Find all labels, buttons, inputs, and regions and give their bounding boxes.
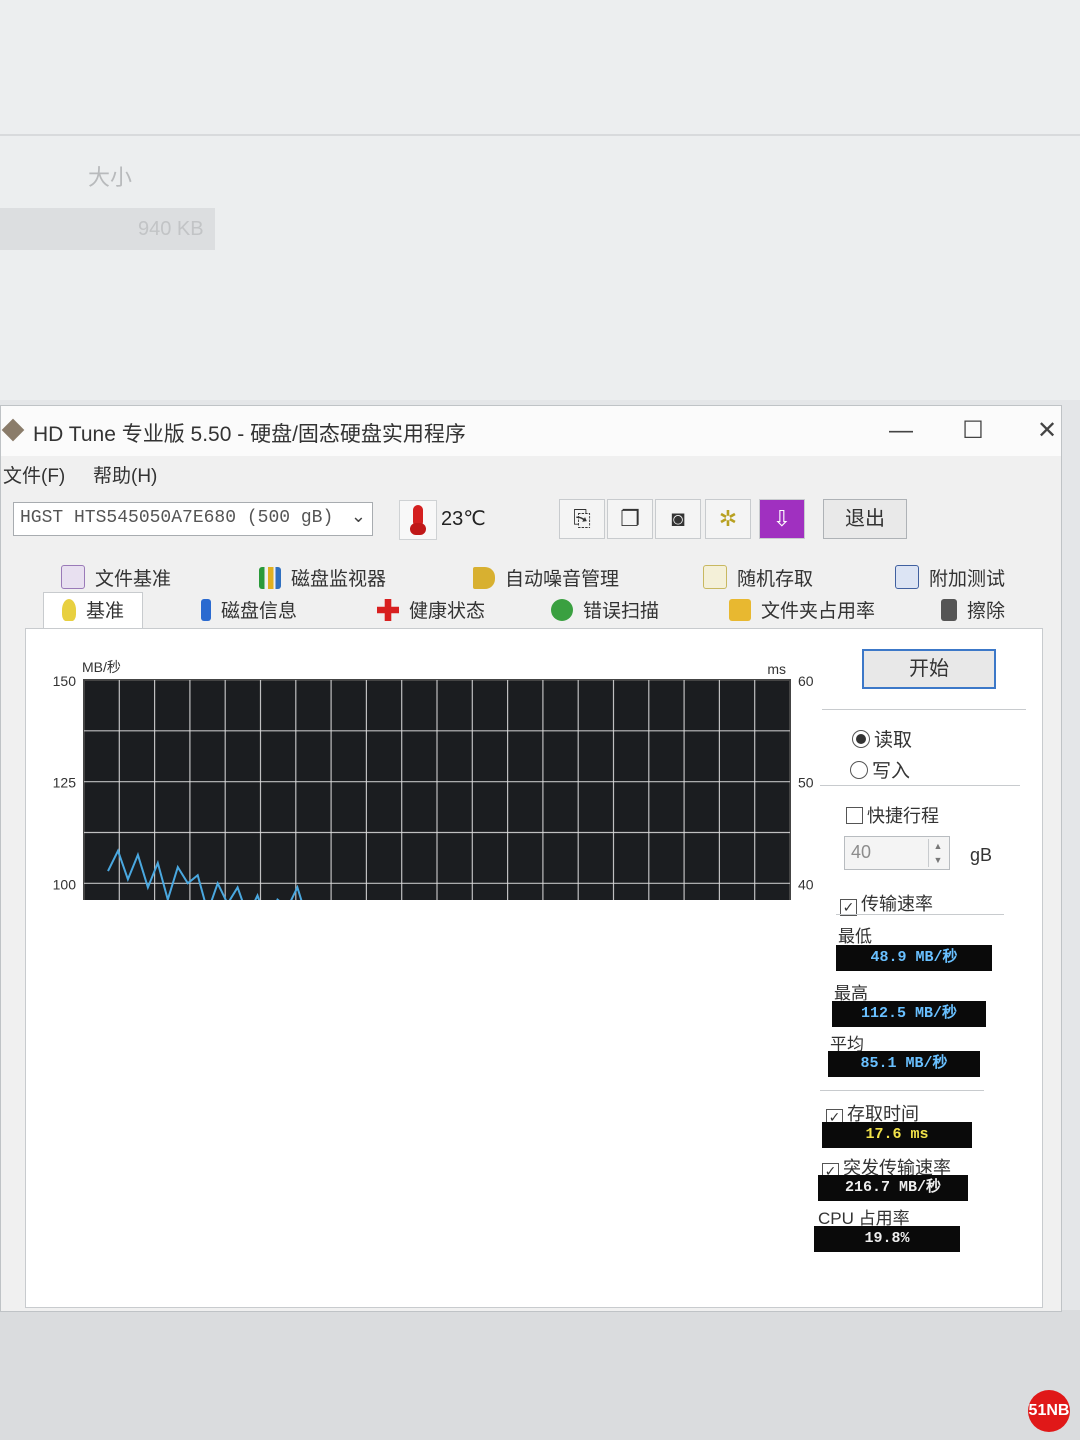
- transfer-rate-label: 传输速率: [861, 894, 933, 914]
- tab-label: 擦除: [967, 601, 1006, 622]
- right-tick-label: 50: [798, 775, 814, 791]
- read-radio[interactable]: 读取: [852, 725, 912, 752]
- access-time-label: 存取时间: [847, 1104, 919, 1124]
- left-tick-label: 100: [53, 876, 77, 892]
- chart-svg: 150125100755025605040302010MB/秒ms: [53, 659, 814, 900]
- separator: [822, 709, 1026, 710]
- right-tick-label: 40: [798, 876, 814, 892]
- separator: [836, 914, 1004, 915]
- close-button[interactable]: ✕: [1025, 414, 1069, 448]
- burst-value: 216.7 MB/秒: [818, 1175, 968, 1201]
- extra-tests-icon: [895, 565, 919, 589]
- min-label: 最低: [838, 927, 872, 946]
- tab-extra-tests[interactable]: 附加测试: [895, 564, 1005, 591]
- write-label: 写入: [872, 761, 911, 782]
- spinner-arrows-icon[interactable]: ▲ ▼: [928, 839, 947, 867]
- access-time-value: 17.6 ms: [822, 1122, 972, 1148]
- maximize-button[interactable]: ☐: [951, 414, 995, 448]
- min-value: 48.9 MB/秒: [836, 945, 992, 971]
- watermark-logo: 51NB: [1028, 1390, 1070, 1432]
- short-stroke-checkbox[interactable]: 快捷行程: [846, 802, 939, 828]
- transfer-rate-checkbox[interactable]: ✓ 传输速率: [840, 890, 933, 916]
- read-label: 读取: [874, 730, 913, 751]
- short-stroke-spinner[interactable]: 40 ▲ ▼: [844, 836, 950, 870]
- background-size-value: 940 KB: [138, 218, 204, 240]
- app-icon: [1, 418, 25, 442]
- separator: [820, 1090, 984, 1091]
- radio-read-indicator: [852, 730, 870, 748]
- checkbox-box: [846, 807, 863, 824]
- max-value: 112.5 MB/秒: [832, 1001, 986, 1027]
- minimize-button[interactable]: —: [879, 414, 923, 448]
- cpu-value: 19.8%: [814, 1226, 960, 1252]
- avg-value: 85.1 MB/秒: [828, 1051, 980, 1077]
- separator: [820, 785, 1020, 786]
- short-stroke-unit: gB: [970, 845, 993, 865]
- write-radio[interactable]: 写入: [850, 756, 910, 783]
- desk-area: [0, 1310, 1080, 1440]
- tab-label: 附加测试: [929, 569, 1006, 590]
- background-size-header: 大小: [88, 165, 133, 190]
- short-stroke-label: 快捷行程: [867, 806, 939, 826]
- start-button[interactable]: 开始: [862, 649, 996, 689]
- trash-icon: [941, 599, 957, 621]
- left-tick-label: 150: [53, 673, 77, 689]
- left-axis-unit: MB/秒: [82, 659, 121, 675]
- short-stroke-value: 40: [851, 842, 872, 862]
- background-divider: [0, 134, 1080, 136]
- benchmark-chart: 150125100755025605040302010MB/秒ms: [30, 240, 840, 900]
- tab-erase[interactable]: 擦除: [941, 596, 1005, 623]
- right-tick-label: 60: [798, 673, 814, 689]
- right-axis-unit: ms: [767, 661, 786, 677]
- left-tick-label: 125: [53, 775, 77, 791]
- radio-write-indicator: [850, 761, 868, 779]
